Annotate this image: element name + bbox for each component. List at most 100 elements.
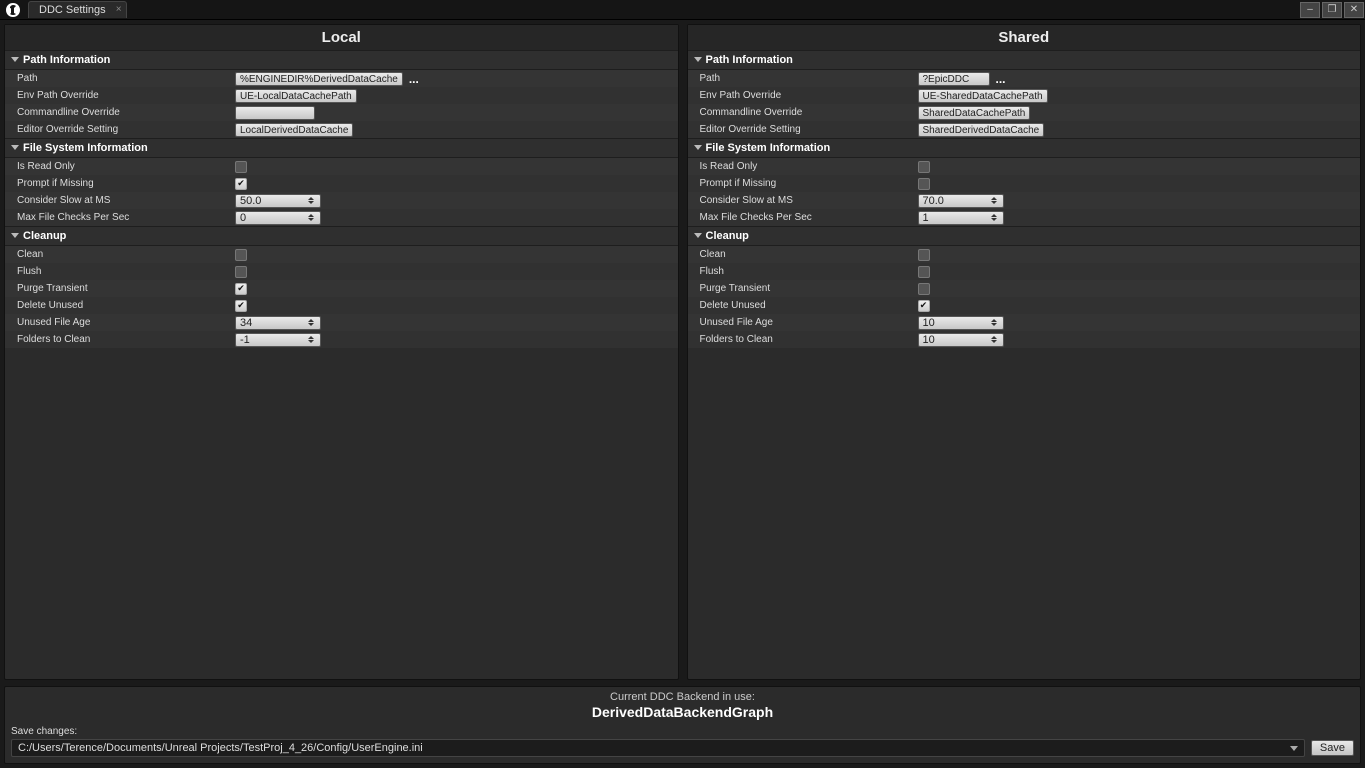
label-slow-ms: Consider Slow at MS [700,195,918,206]
spinner-down-icon[interactable] [308,323,314,326]
section-header-label: Path Information [706,54,793,66]
spinner-down-icon[interactable] [308,340,314,343]
label-clean: Clean [700,249,918,260]
spinner-value: 50.0 [240,195,261,207]
close-button[interactable]: ✕ [1344,2,1364,18]
spinner-value: 10 [923,317,935,329]
input-path[interactable]: %ENGINEDIR%DerivedDataCache [235,72,403,86]
spinner-slow-ms[interactable]: 70.0 [918,194,1004,208]
section-header-fs-shared[interactable]: File System Information [688,138,1361,158]
spinner-up-icon[interactable] [308,214,314,217]
maximize-button[interactable]: ❐ [1322,2,1342,18]
input-path[interactable]: ?EpicDDC [918,72,990,86]
checkbox-prompt-missing[interactable] [918,178,930,190]
checkbox-delete-unused[interactable] [918,300,930,312]
section-header-path-local[interactable]: Path Information [5,50,678,70]
save-changes-label: Save changes: [11,726,1354,737]
checkbox-delete-unused[interactable] [235,300,247,312]
checkbox-clean[interactable] [918,249,930,261]
save-path-value: C:/Users/Terence/Documents/Unreal Projec… [18,742,423,754]
panel-body-shared: Path Information Path?EpicDDC... Env Pat… [688,50,1361,679]
spinner-unused-age[interactable]: 34 [235,316,321,330]
window-controls: – ❐ ✕ [1299,1,1365,19]
tab-ddc-settings[interactable]: DDC Settings × [28,1,127,18]
label-flush: Flush [17,266,235,277]
spinner-value: 70.0 [923,195,944,207]
minimize-button[interactable]: – [1300,2,1320,18]
spinner-down-icon[interactable] [991,218,997,221]
chevron-down-icon [1290,746,1298,751]
spinner-up-icon[interactable] [308,319,314,322]
section-header-path-shared[interactable]: Path Information [688,50,1361,70]
checkbox-clean[interactable] [235,249,247,261]
tab-label: DDC Settings [39,4,106,16]
spinner-up-icon[interactable] [991,197,997,200]
label-delete-unused: Delete Unused [700,300,918,311]
spinner-folders-clean[interactable]: -1 [235,333,321,347]
browse-button[interactable]: ... [994,72,1008,86]
section-header-label: File System Information [706,142,831,154]
label-readonly: Is Read Only [700,161,918,172]
input-env-path[interactable]: UE-LocalDataCachePath [235,89,357,103]
spinner-value: 34 [240,317,252,329]
spinner-folders-clean[interactable]: 10 [918,333,1004,347]
close-icon[interactable]: × [116,4,122,15]
spinner-up-icon[interactable] [308,197,314,200]
section-header-label: File System Information [23,142,148,154]
label-prompt-missing: Prompt if Missing [700,178,918,189]
label-delete-unused: Delete Unused [17,300,235,311]
spinner-slow-ms[interactable]: 50.0 [235,194,321,208]
spinner-up-icon[interactable] [991,214,997,217]
spinner-up-icon[interactable] [991,319,997,322]
spinner-down-icon[interactable] [991,323,997,326]
spinner-down-icon[interactable] [308,218,314,221]
label-unused-age: Unused File Age [700,317,918,328]
titlebar: DDC Settings × – ❐ ✕ [0,0,1365,20]
spinner-max-checks[interactable]: 0 [235,211,321,225]
browse-button[interactable]: ... [407,72,421,86]
spinner-down-icon[interactable] [991,340,997,343]
spinner-up-icon[interactable] [991,336,997,339]
spinner-value: 10 [923,334,935,346]
label-unused-age: Unused File Age [17,317,235,328]
label-purge: Purge Transient [17,283,235,294]
spinner-value: 0 [240,212,246,224]
spinner-down-icon[interactable] [308,201,314,204]
input-env-path[interactable]: UE-SharedDataCachePath [918,89,1048,103]
input-editor-override[interactable]: LocalDerivedDataCache [235,123,353,137]
spinner-max-checks[interactable]: 1 [918,211,1004,225]
section-header-cleanup-local[interactable]: Cleanup [5,226,678,246]
label-path: Path [700,73,918,84]
label-slow-ms: Consider Slow at MS [17,195,235,206]
checkbox-readonly[interactable] [235,161,247,173]
chevron-down-icon [11,233,19,238]
input-editor-override[interactable]: SharedDerivedDataCache [918,123,1045,137]
label-readonly: Is Read Only [17,161,235,172]
save-button[interactable]: Save [1311,740,1354,756]
checkbox-flush[interactable] [918,266,930,278]
chevron-down-icon [694,57,702,62]
checkbox-flush[interactable] [235,266,247,278]
checkbox-prompt-missing[interactable] [235,178,247,190]
checkbox-purge[interactable] [235,283,247,295]
section-header-cleanup-shared[interactable]: Cleanup [688,226,1361,246]
spinner-unused-age[interactable]: 10 [918,316,1004,330]
label-prompt-missing: Prompt if Missing [17,178,235,189]
spinner-value: 1 [923,212,929,224]
save-path-combo[interactable]: C:/Users/Terence/Documents/Unreal Projec… [11,739,1305,757]
label-purge: Purge Transient [700,283,918,294]
label-editor-override: Editor Override Setting [17,124,235,135]
spinner-up-icon[interactable] [308,336,314,339]
label-env-path: Env Path Override [17,90,235,101]
input-cmd-override[interactable]: SharedDataCachePath [918,106,1031,120]
checkbox-readonly[interactable] [918,161,930,173]
footer: Current DDC Backend in use: DerivedDataB… [4,686,1361,764]
checkbox-purge[interactable] [918,283,930,295]
input-cmd-override[interactable] [235,106,315,120]
spinner-down-icon[interactable] [991,201,997,204]
label-editor-override: Editor Override Setting [700,124,918,135]
main-content: Local Path Information Path%ENGINEDIR%De… [0,20,1365,684]
footer-backend-name: DerivedDataBackendGraph [11,704,1354,720]
panel-title-shared: Shared [688,25,1361,50]
section-header-fs-local[interactable]: File System Information [5,138,678,158]
